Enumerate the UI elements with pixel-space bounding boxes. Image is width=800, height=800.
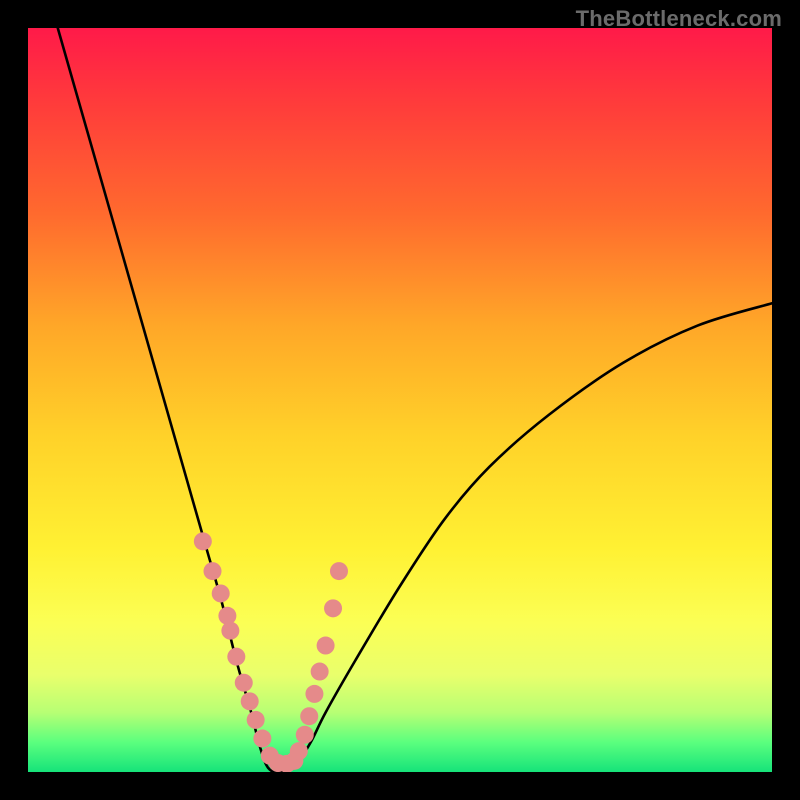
- data-dot: [221, 622, 239, 640]
- chart-curve: [58, 28, 772, 772]
- chart-dots: [194, 532, 348, 772]
- chart-svg: [28, 28, 772, 772]
- data-dot: [296, 726, 314, 744]
- data-dot: [290, 742, 308, 760]
- data-dot: [278, 755, 296, 772]
- data-dot: [311, 663, 329, 681]
- chart-frame: TheBottleneck.com: [0, 0, 800, 800]
- data-dot: [227, 648, 245, 666]
- data-dot: [204, 562, 222, 580]
- data-dot: [305, 685, 323, 703]
- data-dot: [324, 599, 342, 617]
- data-dot: [247, 711, 265, 729]
- data-dot: [218, 607, 236, 625]
- data-dot: [330, 562, 348, 580]
- data-dot: [194, 532, 212, 550]
- watermark-text: TheBottleneck.com: [576, 6, 782, 32]
- plot-area: [28, 28, 772, 772]
- data-dot: [241, 692, 259, 710]
- data-dot: [212, 584, 230, 602]
- data-dot: [317, 637, 335, 655]
- data-dot: [285, 752, 303, 770]
- data-dot: [235, 674, 253, 692]
- data-dot: [261, 747, 279, 765]
- data-dot: [300, 707, 318, 725]
- data-dot: [253, 730, 271, 748]
- data-dot: [269, 754, 287, 772]
